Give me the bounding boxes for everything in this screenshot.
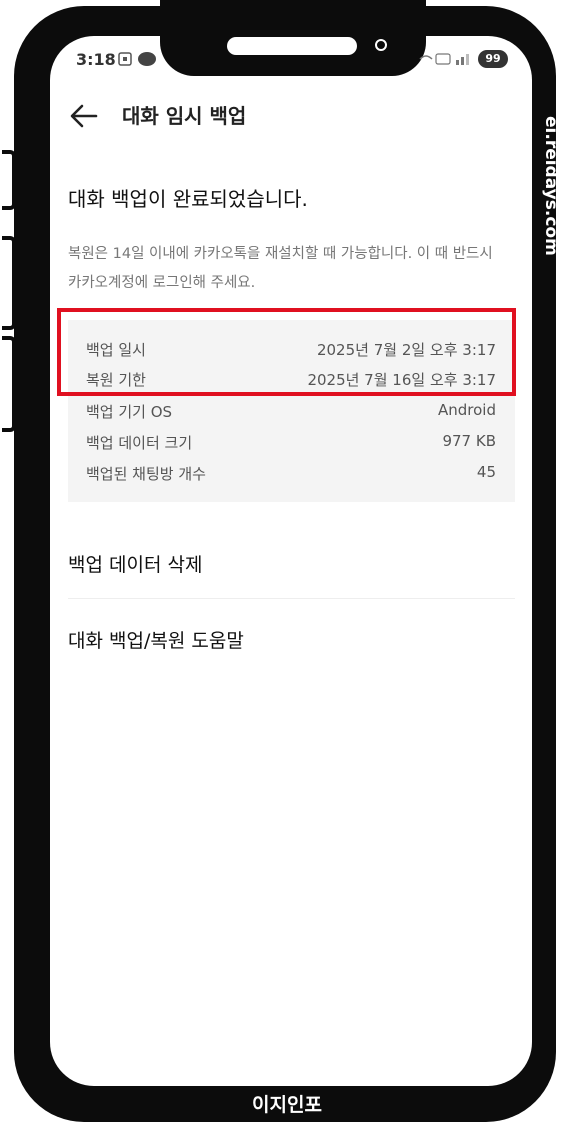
info-label: 백업된 채팅방 개수 <box>86 465 206 483</box>
battery-indicator: 99 <box>478 50 508 68</box>
info-value: Android <box>438 401 496 419</box>
delete-backup-button[interactable]: 백업 데이터 삭제 <box>68 550 202 577</box>
bottom-label: 이지인포 <box>252 1094 322 1116</box>
speaker-slot <box>227 37 357 55</box>
info-row-chatroom-count: 백업된 채팅방 개수 45 <box>86 463 496 489</box>
side-button <box>2 150 16 210</box>
highlight-box <box>57 308 516 396</box>
backup-complete-heading: 대화 백업이 완료되었습니다. <box>68 187 308 211</box>
watermark-text: ei.reidays.com <box>541 116 561 256</box>
watermark: ei.reidays.com <box>541 116 561 256</box>
info-label: 백업 데이터 크기 <box>86 434 193 452</box>
info-value: 977 KB <box>442 432 496 450</box>
divider <box>68 598 515 599</box>
signal-icons <box>418 50 474 68</box>
side-button <box>2 236 16 330</box>
back-arrow-icon[interactable] <box>68 100 100 132</box>
info-row-device-os: 백업 기기 OS Android <box>86 401 496 427</box>
info-value: 45 <box>476 463 496 481</box>
info-row-data-size: 백업 데이터 크기 977 KB <box>86 432 496 458</box>
notification-icons <box>118 50 158 71</box>
front-camera-icon <box>375 39 387 51</box>
restore-description: 복원은 14일 이내에 카카오톡을 재설치할 때 가능합니다. 이 때 반드시 … <box>68 246 493 291</box>
page-title: 대화 임시 백업 <box>122 104 247 128</box>
backup-help-link[interactable]: 대화 백업/복원 도움말 <box>68 626 244 653</box>
status-time: 3:18 <box>76 50 116 69</box>
info-label: 백업 기기 OS <box>86 403 173 421</box>
side-button <box>2 336 16 432</box>
